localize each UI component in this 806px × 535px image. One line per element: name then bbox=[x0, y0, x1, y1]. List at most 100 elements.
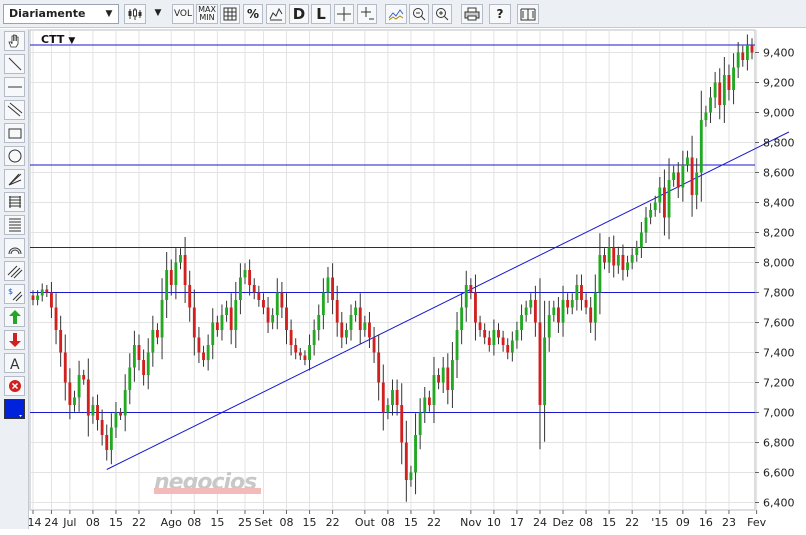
retracement-icon bbox=[8, 218, 21, 232]
line-tool[interactable] bbox=[4, 54, 25, 74]
y-tick-label: 8,200 bbox=[763, 227, 795, 240]
x-tick-label: Out bbox=[355, 516, 376, 529]
retracement-tool[interactable] bbox=[4, 215, 25, 235]
volume-button[interactable]: VOL bbox=[172, 4, 194, 24]
chevron-down-icon: ▼ bbox=[105, 9, 113, 19]
symbol-selector[interactable]: CTT ▼ bbox=[41, 33, 75, 46]
period-select[interactable]: Diariamente ▼ bbox=[3, 4, 119, 24]
price-chart[interactable]: 6,400 6,600 6,800 7,000 7,200 7,400 7,600 7,800… bbox=[0, 0, 806, 535]
watermark-bar bbox=[154, 488, 261, 494]
rectangle-tool[interactable] bbox=[4, 123, 25, 143]
x-tick-label: 22 bbox=[132, 516, 146, 529]
period-value: Diariamente bbox=[9, 7, 86, 20]
dollar-tool[interactable]: $ bbox=[4, 284, 25, 304]
x-tick-label: 08 bbox=[187, 516, 201, 529]
fan-tool[interactable] bbox=[4, 169, 25, 189]
channel-icon bbox=[7, 102, 22, 117]
x-tick-label: Nov bbox=[460, 516, 482, 529]
delete-tool[interactable] bbox=[4, 376, 25, 396]
x-tick-label: Dez bbox=[553, 516, 574, 529]
print-icon bbox=[464, 7, 480, 21]
y-tick-label: 7,000 bbox=[763, 407, 795, 420]
x-tick-label: 25 bbox=[238, 516, 252, 529]
x-tick-label: 23 bbox=[722, 516, 736, 529]
symbol-name: CTT bbox=[41, 33, 65, 46]
circle-tool[interactable] bbox=[4, 146, 25, 166]
x-tick-label: 22 bbox=[326, 516, 340, 529]
parallel-icon bbox=[7, 265, 22, 279]
zoom-in-icon bbox=[436, 8, 449, 21]
y-tick-label: 6,400 bbox=[763, 497, 795, 510]
zoom-in-button[interactable] bbox=[432, 4, 452, 24]
sell-arrow-icon bbox=[8, 333, 21, 347]
cursor-line-icon bbox=[361, 7, 374, 20]
x-tick-label: 15 bbox=[404, 516, 418, 529]
d-label: D bbox=[292, 5, 306, 23]
y-tick-label: 9,200 bbox=[763, 77, 795, 90]
color-icon bbox=[18, 415, 22, 417]
y-tick-label: 8,600 bbox=[763, 167, 795, 180]
parallel-tool[interactable] bbox=[4, 261, 25, 281]
y-tick-label: 7,200 bbox=[763, 377, 795, 390]
x-tick-label: 22 bbox=[625, 516, 639, 529]
x-tick-label: 15 bbox=[602, 516, 616, 529]
volume-icon: VOL bbox=[173, 9, 193, 19]
fibonacci-icon bbox=[8, 196, 21, 208]
l-button[interactable]: L bbox=[311, 4, 331, 24]
maxmin-bottom-label: MIN bbox=[199, 13, 215, 22]
crosshair-button[interactable] bbox=[334, 4, 354, 24]
x-tick-label: 17 bbox=[510, 516, 524, 529]
y-tick-label: 8,800 bbox=[763, 137, 795, 150]
x-tick-label: 24 bbox=[533, 516, 547, 529]
y-tick-label: 6,600 bbox=[763, 467, 795, 480]
cursor-line-button[interactable] bbox=[357, 4, 377, 24]
buy-arrow-tool[interactable] bbox=[4, 307, 25, 327]
help-icon: ? bbox=[496, 7, 504, 21]
x-tick-label: 15 bbox=[210, 516, 224, 529]
arc-tool[interactable] bbox=[4, 238, 25, 258]
fibonacci-tool[interactable] bbox=[4, 192, 25, 212]
y-tick-label: 9,400 bbox=[763, 47, 795, 60]
sell-arrow-tool[interactable] bbox=[4, 330, 25, 350]
zoom-out-button[interactable] bbox=[409, 4, 429, 24]
circle-icon bbox=[8, 149, 21, 163]
buy-arrow-icon bbox=[8, 310, 21, 324]
svg-text:$: $ bbox=[8, 287, 13, 296]
x-tick-label: '15 bbox=[651, 516, 668, 529]
caret-down-icon: ▼ bbox=[68, 36, 76, 46]
indicator-button[interactable] bbox=[385, 4, 407, 24]
grid-icon bbox=[223, 7, 237, 21]
x-tick-label: 15 bbox=[109, 516, 123, 529]
print-button[interactable] bbox=[461, 4, 483, 24]
zoom-out-icon bbox=[413, 8, 426, 21]
maxmin-button[interactable]: MAX MIN bbox=[196, 4, 218, 24]
x-tick-label: Jul bbox=[62, 516, 76, 529]
x-tick-label: 16 bbox=[699, 516, 713, 529]
compare-button[interactable] bbox=[266, 4, 286, 24]
chart-type-icon: ▼ bbox=[154, 8, 162, 18]
chart-type-dropdown[interactable]: ▼ bbox=[148, 4, 168, 24]
hline-icon bbox=[7, 86, 22, 88]
d-button[interactable]: D bbox=[289, 4, 309, 24]
channel-tool[interactable] bbox=[4, 100, 25, 120]
color-picker[interactable] bbox=[4, 399, 25, 419]
book-button[interactable] bbox=[517, 4, 539, 24]
dollar-icon: $ bbox=[8, 287, 22, 302]
hline-tool[interactable] bbox=[4, 77, 25, 97]
help-button[interactable]: ? bbox=[489, 4, 511, 24]
percent-button[interactable]: % bbox=[243, 4, 263, 24]
x-tick-label: Set bbox=[254, 516, 273, 529]
candlestick-button[interactable] bbox=[124, 4, 146, 24]
x-tick-label: 08 bbox=[381, 516, 395, 529]
y-tick-label: 9,000 bbox=[763, 107, 795, 120]
grid-button[interactable] bbox=[220, 4, 240, 24]
arc-icon bbox=[8, 247, 21, 255]
text-tool[interactable]: A bbox=[4, 353, 25, 373]
l-label: L bbox=[316, 5, 326, 23]
indicator-icon bbox=[388, 9, 404, 21]
x-tick-label: 08 bbox=[579, 516, 593, 529]
hand-tool[interactable] bbox=[4, 31, 25, 51]
x-tick-label: 10 bbox=[487, 516, 501, 529]
y-tick-label: 7,800 bbox=[763, 287, 795, 300]
line-icon bbox=[8, 57, 21, 71]
